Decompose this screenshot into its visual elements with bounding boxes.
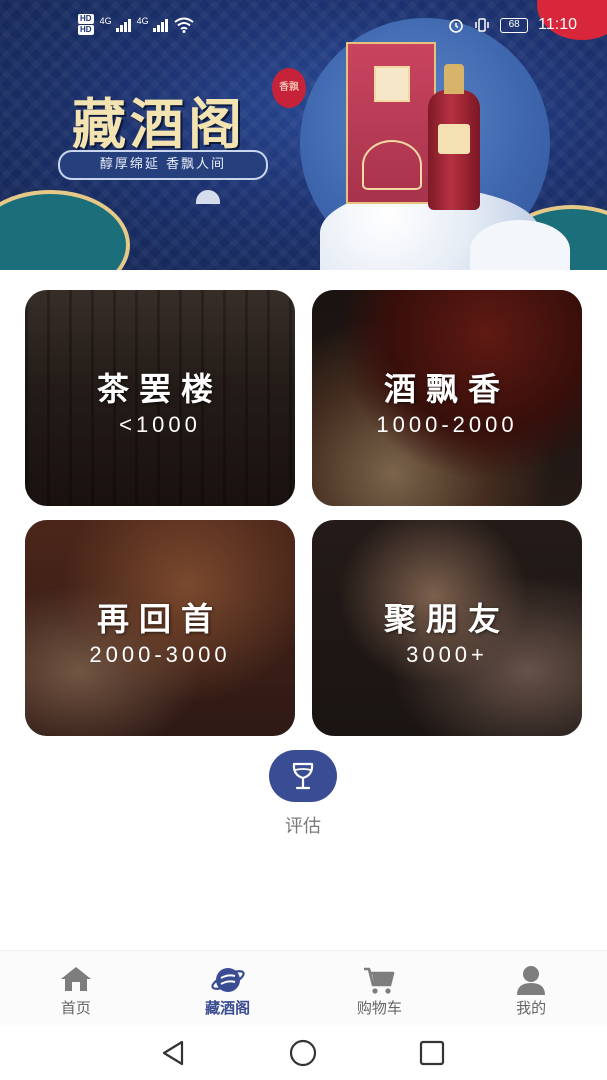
category-card[interactable]: 聚朋友 3000+ xyxy=(312,520,582,736)
network-type-2: 4G xyxy=(136,15,149,26)
deer-emblem xyxy=(362,140,422,190)
wine-bottle-image xyxy=(428,64,480,210)
category-name: 酒飘香 xyxy=(383,370,510,408)
evaluate-label: 评估 xyxy=(285,816,321,836)
category-name: 聚朋友 xyxy=(383,600,510,638)
system-nav-bar xyxy=(0,1026,607,1080)
status-left: HD HD 4G 4G xyxy=(78,14,194,35)
tab-cart[interactable]: 购物车 xyxy=(304,951,456,1026)
battery-icon: 68 xyxy=(500,17,529,33)
vibrate-icon xyxy=(475,18,489,32)
category-price-range: 2000-3000 xyxy=(89,642,231,667)
category-name: 茶罢楼 xyxy=(96,370,223,408)
hd-label-2: HD xyxy=(78,25,94,35)
cart-icon xyxy=(364,967,395,994)
category-card[interactable]: 再回首 2000-3000 xyxy=(25,520,295,736)
category-price-range: <1000 xyxy=(119,412,201,437)
home-nav-icon[interactable] xyxy=(288,1039,318,1067)
category-card[interactable]: 酒飘香 1000-2000 xyxy=(312,290,582,506)
tab-cart-label: 购物车 xyxy=(356,1000,402,1017)
banner-seal: 香飘 xyxy=(272,68,306,108)
category-price-range: 3000+ xyxy=(406,642,488,667)
tab-profile-label: 我的 xyxy=(516,1000,547,1017)
banner-title: 藏酒阁 xyxy=(72,92,246,156)
recents-icon[interactable] xyxy=(418,1039,446,1067)
gift-box-image xyxy=(346,42,436,204)
status-bar: HD HD 4G 4G 68 11:10 xyxy=(0,0,607,46)
bottle-label xyxy=(438,124,470,154)
back-icon[interactable] xyxy=(158,1039,188,1067)
category-card[interactable]: 茶罢楼 <1000 xyxy=(25,290,295,506)
gift-box-label xyxy=(374,66,410,102)
alarm-icon xyxy=(449,19,463,33)
home-icon xyxy=(60,967,91,991)
bottom-tab-bar: 首页 藏酒阁 购物车 我的 xyxy=(0,950,607,1026)
wine-glass-icon xyxy=(292,762,314,790)
tab-home-label: 首页 xyxy=(60,1000,91,1017)
signal-icon xyxy=(115,18,131,32)
tab-collection-label: 藏酒阁 xyxy=(205,1000,251,1017)
network-type-1: 4G xyxy=(99,15,112,26)
wifi-icon xyxy=(173,17,194,33)
planet-icon xyxy=(210,968,245,992)
tab-home[interactable]: 首页 xyxy=(0,951,152,1026)
status-right: 68 11:10 xyxy=(448,16,577,34)
category-name: 再回首 xyxy=(96,600,223,638)
evaluate-button[interactable] xyxy=(269,750,337,802)
user-icon xyxy=(517,966,546,995)
category-price-range: 1000-2000 xyxy=(376,412,518,437)
hd-label-1: HD xyxy=(78,14,94,24)
signal-icon-2 xyxy=(152,18,168,32)
tab-collection[interactable]: 藏酒阁 xyxy=(152,951,304,1026)
clock: 11:10 xyxy=(538,16,577,33)
tab-profile[interactable]: 我的 xyxy=(455,951,607,1026)
banner-slogan: 醇厚绵延 香飘人间 xyxy=(58,150,268,180)
hd-indicator: HD HD xyxy=(78,14,94,35)
